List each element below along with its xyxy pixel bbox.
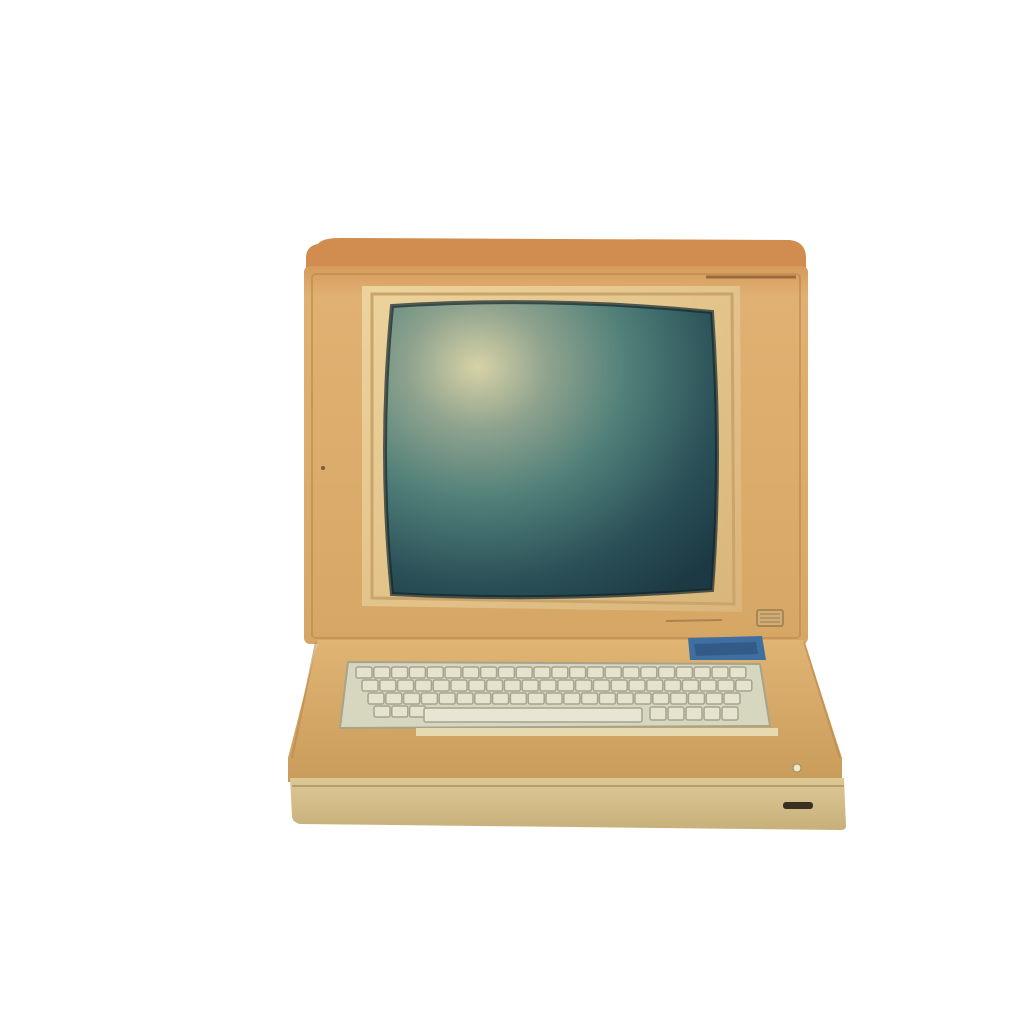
keyboard-key — [667, 706, 685, 721]
keyboard-key — [408, 666, 427, 679]
keyboard-key — [408, 705, 427, 718]
keyboard-key — [711, 666, 729, 679]
keyboard-key — [367, 692, 385, 705]
keyboard-key — [420, 692, 439, 705]
keyboard-key — [628, 679, 646, 692]
keyboard-key — [652, 692, 670, 705]
keyboard-key — [563, 692, 581, 705]
keyboard-key — [485, 679, 504, 692]
keyboard-key — [515, 666, 533, 679]
keyboard-key — [509, 692, 528, 705]
keyboard-key — [474, 692, 492, 705]
keyboard-key — [721, 706, 739, 721]
crt-screen — [385, 302, 717, 598]
keyboard-key — [723, 692, 741, 705]
keyboard-key — [735, 679, 753, 692]
keyboard-key — [574, 679, 593, 692]
keyboard-key — [693, 666, 711, 679]
keyboard-key — [669, 692, 688, 705]
keyboard-key — [657, 666, 676, 679]
keyboard-key — [527, 692, 545, 705]
keyboard-key — [391, 705, 409, 718]
keyboard-key — [373, 705, 391, 718]
keyboard-key — [491, 692, 510, 705]
keyboard-key — [687, 692, 706, 705]
retro-computer-scene — [0, 0, 1024, 1024]
retro-computer-icon — [288, 238, 846, 830]
keyboard-key — [373, 666, 391, 679]
keyboard-key — [649, 706, 667, 721]
keyboard-key — [586, 666, 605, 679]
drive-slot — [783, 802, 813, 809]
keyboard-key — [390, 666, 409, 679]
keyboard-key — [355, 666, 373, 679]
keyboard-key — [414, 679, 433, 692]
keyboard-key — [699, 679, 717, 692]
keyboard-key — [703, 706, 721, 721]
keyboard-key — [379, 679, 397, 692]
keyboard-key — [675, 666, 694, 679]
keyboard-key — [503, 679, 522, 692]
keyboard-key — [521, 679, 539, 692]
keyboard-key — [729, 666, 747, 679]
keyboard-key — [717, 679, 735, 692]
keyboard-key — [568, 666, 587, 679]
keyboard-key — [580, 692, 599, 705]
keyboard-key — [456, 692, 474, 705]
keyboard-key — [592, 679, 611, 692]
keyboard-key — [545, 692, 563, 705]
keyboard-key — [444, 666, 462, 679]
keyboard-key — [479, 666, 498, 679]
keyboard-key — [438, 692, 456, 705]
keyboard-key — [539, 679, 557, 692]
keyboard-key — [551, 666, 569, 679]
keyboard-key — [685, 706, 703, 721]
keyboard-key — [396, 679, 415, 692]
keyboard-key — [361, 679, 379, 692]
keyboard-key — [598, 692, 617, 705]
keyboard-key — [604, 666, 622, 679]
keyboard-key — [450, 679, 468, 692]
keyboard-key — [557, 679, 575, 692]
keyboard-key — [462, 666, 480, 679]
keyboard-key — [634, 692, 652, 705]
keyboard-key — [663, 679, 682, 692]
keyboard-key — [533, 666, 551, 679]
keyboard-key — [497, 666, 516, 679]
keyboard-key — [610, 679, 628, 692]
keyboard-key — [622, 666, 640, 679]
keyboard-key — [468, 679, 486, 692]
keyboard-key — [681, 679, 700, 692]
keyboard-key — [426, 666, 444, 679]
keyboard-key — [432, 679, 450, 692]
keyboard-key — [640, 666, 658, 679]
keyboard-key — [616, 692, 634, 705]
power-led — [792, 763, 802, 773]
keyboard-key — [646, 679, 664, 692]
keyboard-key — [385, 692, 403, 705]
keyboard-key — [705, 692, 723, 705]
keyboard-key — [402, 692, 421, 705]
space-bar — [423, 707, 643, 723]
